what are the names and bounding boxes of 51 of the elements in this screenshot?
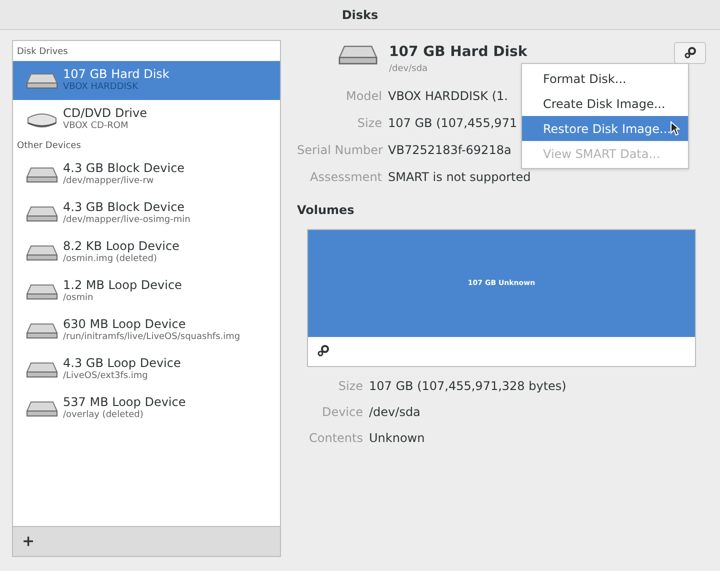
device-name: 8.2 KB Loop Device xyxy=(63,239,180,254)
disk-device: /dev/sda xyxy=(389,63,429,76)
device-item[interactable]: 630 MB Loop Device /run/initramfs/live/LiveOS/squashfs.img xyxy=(13,311,280,350)
device-detail: /osmin xyxy=(63,293,94,305)
device-item[interactable]: 107 GB Hard Disk VBOX HARDDISK xyxy=(13,61,280,100)
property-label: Serial Number xyxy=(297,142,382,159)
device-name: 107 GB Hard Disk xyxy=(63,67,170,82)
device-detail: /LiveOS/ext3fs.img xyxy=(63,371,149,383)
device-name: 1.2 MB Loop Device xyxy=(63,278,182,293)
property-value: VBOX HARDDISK (1. xyxy=(388,88,508,105)
device-detail: /osmin.img (deleted) xyxy=(63,254,158,266)
property-value: 107 GB (107,455,971 xyxy=(388,115,518,132)
device-detail: /run/initramfs/live/LiveOS/squashfs.img xyxy=(63,332,240,344)
property-value: VB7252183f-69218a xyxy=(388,142,512,159)
property-value: SMART is not supported xyxy=(388,169,531,186)
property-label: Assessment xyxy=(309,169,382,186)
property-value: /dev/sda xyxy=(369,404,420,420)
add-button[interactable]: + xyxy=(19,530,38,553)
property-label: Model xyxy=(344,88,382,105)
property-label: Contents xyxy=(308,430,363,446)
property-label: Device xyxy=(320,404,363,420)
property-value: Unknown xyxy=(369,430,425,446)
device-name: 4.3 GB Loop Device xyxy=(63,356,181,371)
device-item[interactable]: 4.3 GB Block Device /dev/mapper/live-osimg-min xyxy=(13,194,280,233)
property-value: 107 GB (107,455,971,328 bytes) xyxy=(369,378,566,394)
menu-item[interactable]: Restore Disk Image... xyxy=(522,116,688,141)
volumes-heading: Volumes xyxy=(297,202,354,218)
device-item[interactable]: 1.2 MB Loop Device /osmin xyxy=(13,272,280,311)
menu-item[interactable]: Format Disk... xyxy=(522,66,688,91)
device-name: 630 MB Loop Device xyxy=(63,317,187,332)
device-item[interactable]: 4.3 GB Block Device /dev/mapper/live-rw xyxy=(13,155,280,194)
device-name: 4.3 GB Block Device xyxy=(63,200,186,215)
group-heading: Other Devices xyxy=(16,140,82,154)
device-name: 4.3 GB Block Device xyxy=(63,161,185,176)
device-name: 537 MB Loop Device xyxy=(63,395,186,410)
disk-title: 107 GB Hard Disk xyxy=(389,43,528,62)
menu-item[interactable]: Create Disk Image... xyxy=(522,91,688,116)
device-item[interactable]: 537 MB Loop Device /overlay (deleted) xyxy=(13,389,280,428)
property-label: Size xyxy=(356,115,382,132)
device-name: CD/DVD Drive xyxy=(63,106,147,121)
property-label: Size xyxy=(337,378,363,394)
device-detail: VBOX HARDDISK xyxy=(63,82,140,94)
group-heading: Disk Drives xyxy=(16,46,69,60)
device-detail: /dev/mapper/live-osimg-min xyxy=(63,215,190,227)
device-item[interactable]: CD/DVD Drive VBOX CD-ROM xyxy=(13,100,280,139)
device-detail: /dev/mapper/live-rw xyxy=(63,176,155,188)
window-title: Disks xyxy=(342,6,378,24)
device-item[interactable]: 8.2 KB Loop Device /osmin.img (deleted) xyxy=(13,233,280,272)
device-item[interactable]: 4.3 GB Loop Device /LiveOS/ext3fs.img xyxy=(13,350,280,389)
device-detail: VBOX CD-ROM xyxy=(63,121,130,133)
device-detail: /overlay (deleted) xyxy=(63,410,144,422)
